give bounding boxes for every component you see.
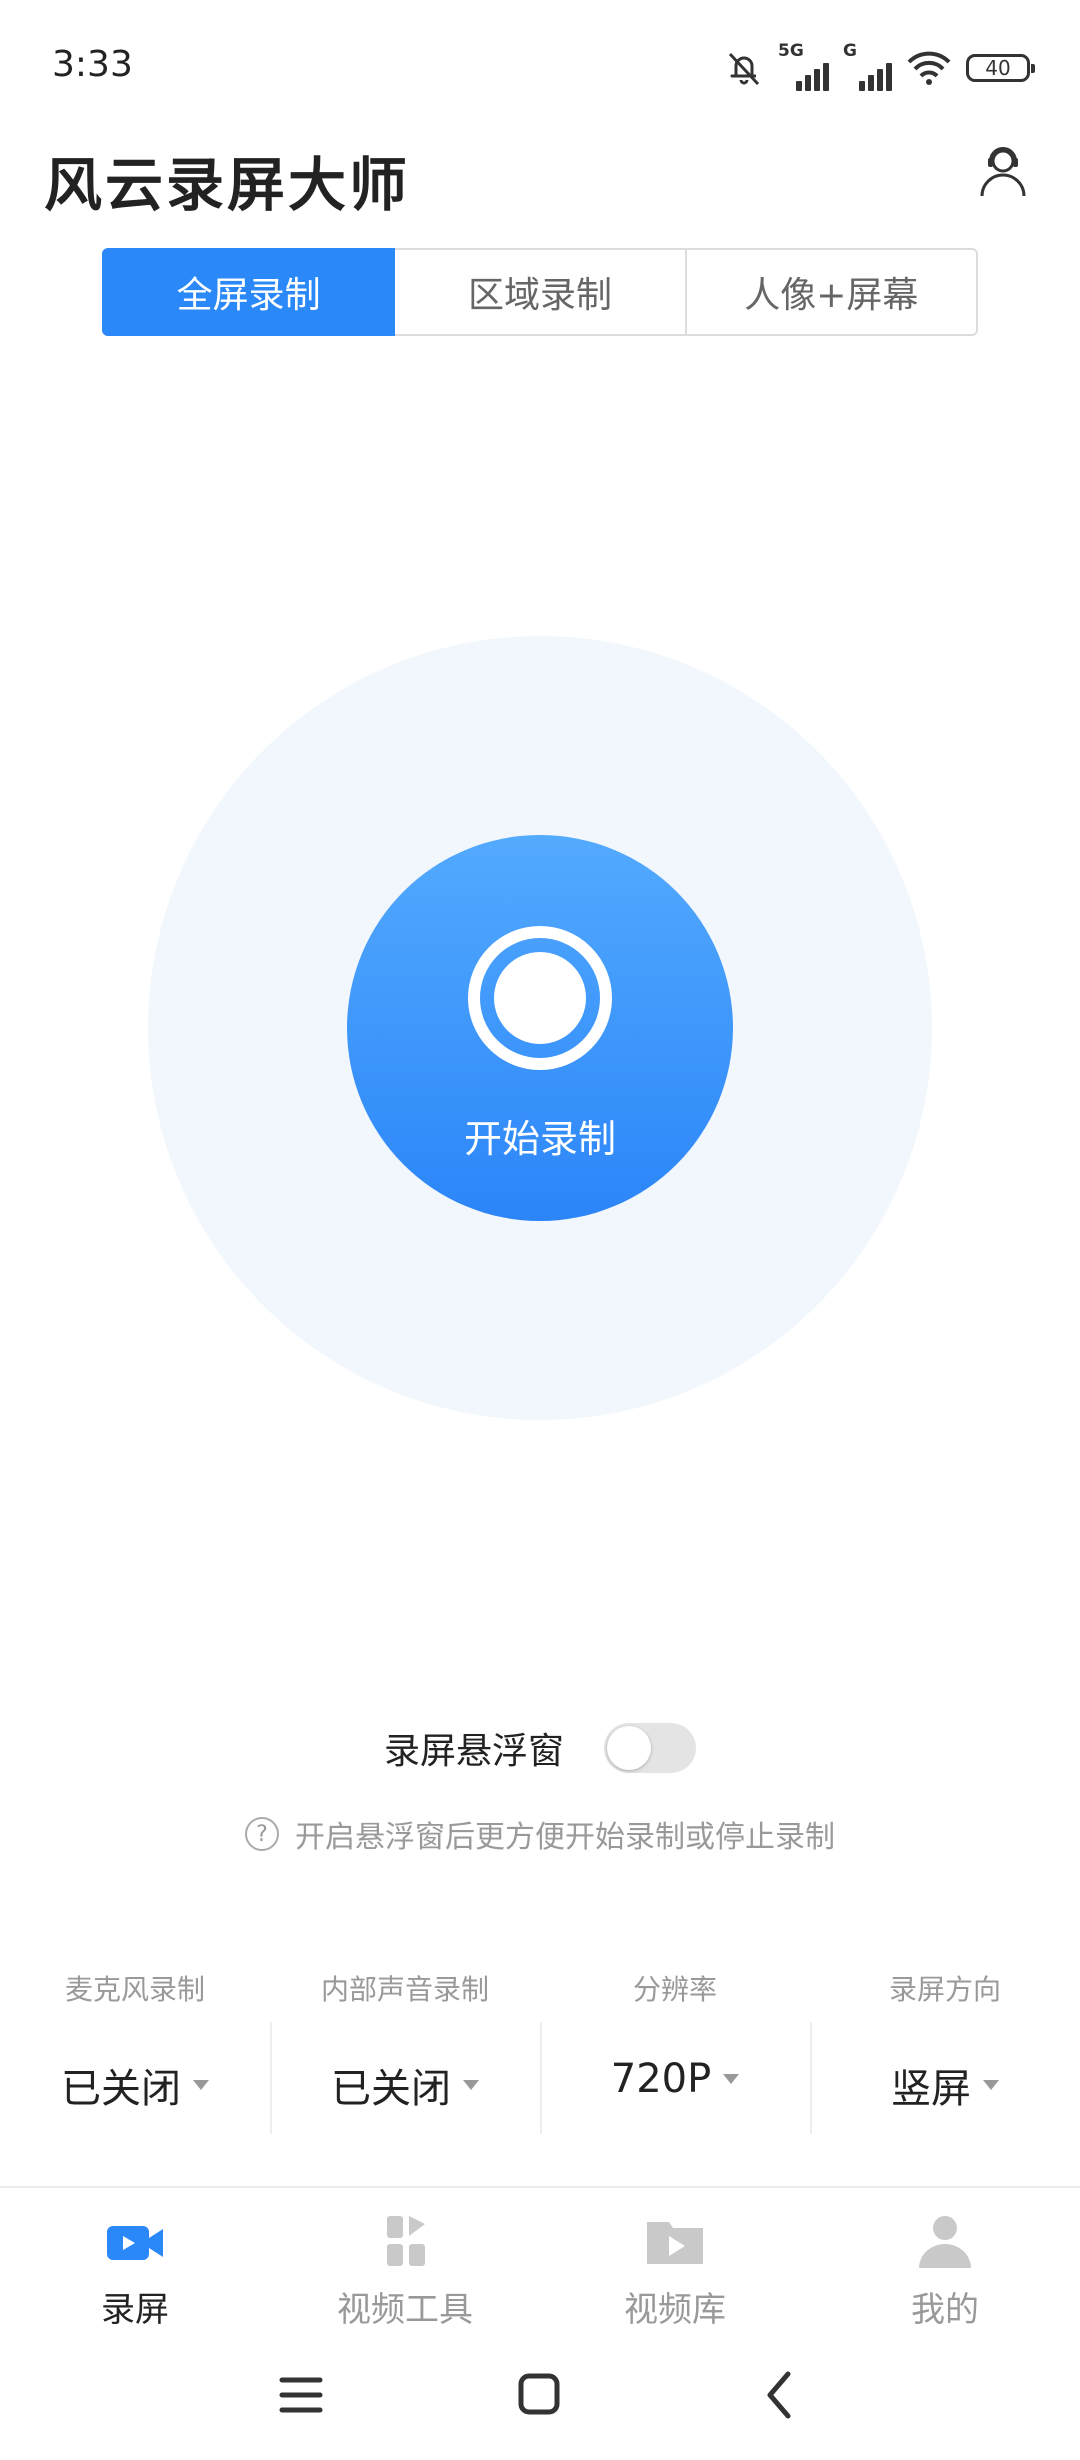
record-mode-tabs: 全屏录制 区域录制 人像+屏幕 — [102, 248, 978, 336]
microphone-setting[interactable]: 麦克风录制 已关闭 — [0, 1960, 270, 2130]
video-camera-icon — [107, 2226, 163, 2260]
bottom-nav: 录屏 视频工具 视频库 我的 — [0, 2200, 1080, 2340]
status-icons: 5G G 40 — [724, 41, 1035, 92]
orientation-setting[interactable]: 录屏方向 竖屏 — [810, 1960, 1080, 2134]
setting-value-dropdown[interactable]: 已关闭 — [331, 2056, 479, 2114]
tab-fullscreen-record[interactable]: 全屏录制 — [102, 248, 396, 336]
wifi-icon — [907, 51, 951, 85]
grid-icon — [387, 2216, 425, 2266]
resolution-setting[interactable]: 分辨率 720P — [540, 1960, 810, 2134]
setting-value: 已关闭 — [331, 2066, 451, 2112]
nav-item-mine[interactable]: 我的 — [810, 2200, 1080, 2340]
tab-area-record[interactable]: 区域录制 — [395, 248, 687, 336]
setting-label: 分辨率 — [632, 1973, 717, 2006]
setting-value-dropdown[interactable]: 竖屏 — [891, 2056, 999, 2114]
tab-portrait-screen[interactable]: 人像+屏幕 — [686, 248, 978, 336]
video-folder-icon — [647, 2222, 703, 2264]
customer-service-icon — [980, 147, 1026, 197]
nav-item-record[interactable]: 录屏 — [0, 2200, 270, 2340]
internal-audio-setting[interactable]: 内部声音录制 已关闭 — [270, 1960, 540, 2134]
setting-label: 麦克风录制 — [64, 1973, 205, 2006]
setting-label: 录屏方向 — [888, 1973, 1001, 2006]
user-icon — [919, 2216, 971, 2268]
hint-text: 开启悬浮窗后更方便开始录制或停止录制 — [295, 1820, 835, 1855]
battery-icon: 40 — [966, 54, 1035, 82]
tab-label: 全屏录制 — [176, 275, 321, 316]
menu-icon[interactable] — [279, 2377, 323, 2413]
start-record-label: 开始录制 — [463, 1117, 616, 1161]
record-icon — [468, 926, 612, 1070]
nav-divider — [0, 2186, 1080, 2188]
nav-item-video-library[interactable]: 视频库 — [540, 2200, 810, 2340]
battery-level: 40 — [985, 56, 1011, 80]
signal-5g-label: 5G — [778, 41, 804, 61]
setting-value: 720P — [610, 2056, 712, 2102]
setting-value-dropdown[interactable]: 已关闭 — [61, 2056, 209, 2114]
mute-bell-icon — [728, 52, 760, 86]
floating-window-toggle[interactable] — [604, 1723, 696, 1773]
floating-window-label: 录屏悬浮窗 — [383, 1731, 564, 1772]
nav-label: 视频工具 — [337, 2290, 473, 2330]
status-time: 3:33 — [52, 44, 133, 85]
setting-value: 已关闭 — [61, 2066, 181, 2112]
help-icon[interactable]: ? — [245, 1817, 279, 1851]
setting-value: 竖屏 — [891, 2066, 971, 2112]
app-title: 风云录屏大师 — [44, 151, 411, 219]
setting-label: 内部声音录制 — [320, 1973, 489, 2006]
tab-label: 人像+屏幕 — [744, 275, 919, 316]
signal-g-icon: G — [843, 41, 892, 91]
customer-service-button[interactable] — [974, 142, 1032, 200]
caret-down-icon — [723, 2074, 740, 2084]
nav-label: 录屏 — [101, 2290, 169, 2330]
setting-value-dropdown[interactable]: 720P — [610, 2056, 740, 2102]
signal-g-label: G — [843, 41, 857, 61]
floating-window-row: 录屏悬浮窗 — [0, 1722, 1080, 1774]
nav-item-video-tools[interactable]: 视频工具 — [270, 2200, 540, 2340]
tab-label: 区域录制 — [467, 275, 612, 316]
toggle-knob — [607, 1726, 651, 1770]
nav-label: 视频库 — [624, 2290, 726, 2330]
home-icon[interactable] — [518, 2373, 560, 2415]
signal-5g-icon: 5G — [778, 41, 829, 91]
nav-label: 我的 — [911, 2290, 979, 2330]
floating-window-hint: ? 开启悬浮窗后更方便开始录制或停止录制 — [0, 1812, 1080, 1856]
system-nav-bar — [279, 2371, 791, 2419]
caret-down-icon — [983, 2080, 999, 2090]
caret-down-icon — [463, 2080, 479, 2090]
record-settings: 麦克风录制 已关闭 内部声音录制 已关闭 分辨率 720P 录屏方向 竖屏 — [0, 1960, 1080, 2134]
back-icon[interactable] — [767, 2371, 791, 2419]
caret-down-icon — [193, 2080, 209, 2090]
start-record-button[interactable]: 开始录制 — [347, 835, 733, 1221]
